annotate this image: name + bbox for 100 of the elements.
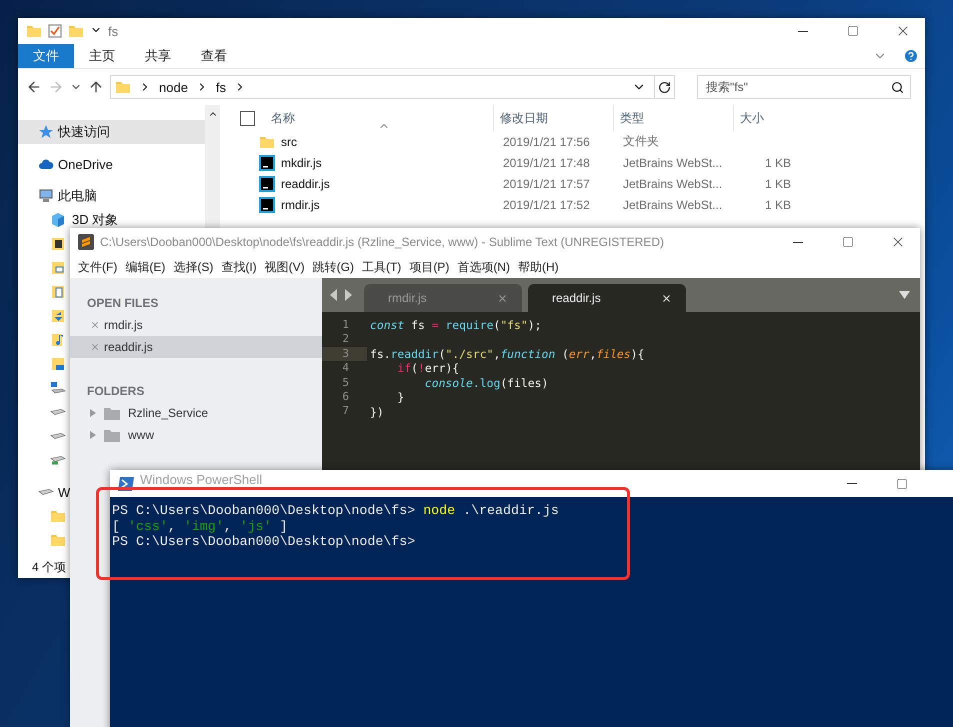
folder-icon: [104, 428, 120, 442]
script-file-icon: [259, 176, 275, 192]
star-icon: [38, 124, 54, 140]
up-button[interactable]: [88, 79, 104, 95]
status-text: 4 个项: [32, 558, 66, 576]
code-line: console.log(files): [424, 376, 548, 390]
section-heading: FOLDERS: [86, 383, 146, 400]
file-type: JetBrains WebSt...: [623, 198, 722, 212]
menu-item[interactable]: 首选项(N): [453, 258, 514, 276]
app-logo-icon: [78, 234, 94, 250]
code-line: fs.readdir("./src",function (err,files){: [369, 346, 644, 361]
ribbon-tab[interactable]: 查看: [186, 44, 242, 68]
folder-item[interactable]: www: [70, 424, 322, 446]
folder-item[interactable]: Rzline_Service: [70, 402, 322, 424]
line-number: 2: [341, 332, 350, 347]
ribbon-tab[interactable]: 文件: [18, 44, 74, 68]
menu-item[interactable]: 项目(P): [405, 258, 454, 276]
maximize-icon: [896, 478, 908, 490]
search-box[interactable]: 搜索"fs": [697, 75, 911, 99]
minimize-icon: [798, 30, 808, 32]
menu-item[interactable]: 选择(S): [169, 258, 218, 276]
sidebar-item[interactable]: W: [18, 480, 70, 504]
tab-navigation-icon[interactable]: [330, 289, 352, 301]
modified-date: 2019/1/21 17:52: [503, 198, 590, 212]
folder-icon: [50, 509, 66, 523]
file-name[interactable]: readdir.js: [281, 176, 330, 190]
open-file-item[interactable]: rmdir.js: [70, 314, 322, 336]
minimize-icon: [847, 483, 857, 484]
file-name[interactable]: src: [281, 134, 297, 148]
sidebar-item[interactable]: 3D 对象: [18, 212, 118, 228]
file-type: JetBrains WebSt...: [623, 176, 722, 190]
line-number: 3: [322, 346, 367, 362]
expand-icon[interactable]: [90, 409, 96, 417]
system-drive-icon: [50, 380, 66, 396]
open-file-item[interactable]: readdir.js: [70, 336, 322, 358]
scrollbar[interactable]: [205, 105, 220, 229]
line-number: 6: [341, 390, 350, 404]
drive-icon: [50, 433, 66, 439]
script-file-icon: [259, 154, 275, 170]
close-icon[interactable]: [661, 292, 672, 304]
file-size: 1 KB: [764, 198, 791, 212]
window-title: C:\Users\Dooban000\Desktop\node\fs\readdir.js (Rzline_Service, www) - Sublime Text (UNREGISTERED): [100, 235, 665, 249]
column-header[interactable]: 大小: [733, 105, 813, 131]
back-button[interactable]: [26, 79, 42, 95]
column-header[interactable]: 名称: [265, 105, 493, 131]
expand-icon[interactable]: [90, 431, 96, 439]
column-header[interactable]: 类型: [613, 105, 733, 131]
drive-icon: [50, 409, 66, 415]
code-line: if(!err){: [396, 361, 460, 376]
folder-icon: [115, 80, 131, 94]
music-folder-icon: [50, 332, 66, 348]
section-heading: OPEN FILES: [86, 295, 160, 312]
breadcrumb[interactable]: fs: [216, 80, 226, 94]
menu-item[interactable]: 工具(T): [358, 258, 406, 276]
terminal-line: PS C:\Users\Dooban000\Desktop\node\fs>: [112, 534, 416, 550]
menu-item[interactable]: 帮助(H): [514, 258, 563, 276]
select-all-checkbox[interactable]: [240, 110, 255, 126]
modified-date: 2019/1/21 17:48: [503, 156, 590, 170]
file-size: 1 KB: [764, 156, 791, 170]
menu-item[interactable]: 编辑(E): [121, 258, 170, 276]
breadcrumb[interactable]: node: [159, 80, 188, 94]
folder-icon: [26, 24, 42, 38]
menu-item[interactable]: 跳转(G): [308, 258, 358, 276]
search-icon[interactable]: [891, 80, 904, 94]
line-number: 4: [341, 361, 350, 376]
document-folder-icon: [50, 284, 66, 300]
network-drive-icon: [50, 456, 66, 464]
sidebar-item[interactable]: 快速访问: [18, 120, 205, 144]
refresh-icon[interactable]: [658, 80, 671, 94]
folder-icon: [259, 134, 275, 148]
file-name[interactable]: rmdir.js: [281, 198, 320, 212]
folder-icon: [68, 24, 84, 38]
window-title: fs: [108, 24, 120, 38]
file-tab[interactable]: readdir.js: [528, 284, 686, 312]
menu-item[interactable]: 文件(F): [74, 258, 122, 276]
modified-date: 2019/1/21 17:57: [503, 176, 590, 190]
help-icon[interactable]: [903, 48, 919, 64]
ribbon-tab[interactable]: 主页: [74, 44, 130, 68]
menu-item[interactable]: 视图(V): [260, 258, 309, 276]
menu-item[interactable]: 查找(I): [217, 258, 261, 276]
code-line: }: [396, 390, 404, 404]
code-line: }): [369, 404, 384, 419]
sidebar-item[interactable]: 此电脑: [18, 184, 97, 208]
line-number: 5: [341, 376, 350, 390]
picture-folder-icon: [50, 260, 66, 276]
cube-icon: [50, 212, 66, 228]
folder-icon: [50, 533, 66, 547]
maximize-icon: [842, 236, 854, 248]
code-line: const fs = require("fs");: [369, 318, 542, 332]
terminal-line: [ 'css', 'img', 'js' ]: [112, 518, 289, 534]
file-type: 文件夹: [623, 133, 659, 150]
terminal-icon: [118, 476, 134, 490]
ribbon-tab[interactable]: 共享: [130, 44, 186, 68]
line-number: 1: [341, 318, 350, 332]
properties-icon[interactable]: [48, 24, 62, 38]
column-header[interactable]: 修改日期: [493, 105, 613, 131]
script-file-icon: [259, 196, 275, 212]
address-bar[interactable]: node fs: [110, 75, 675, 99]
sidebar-item[interactable]: OneDrive: [18, 152, 113, 176]
file-name[interactable]: mkdir.js: [281, 156, 322, 170]
